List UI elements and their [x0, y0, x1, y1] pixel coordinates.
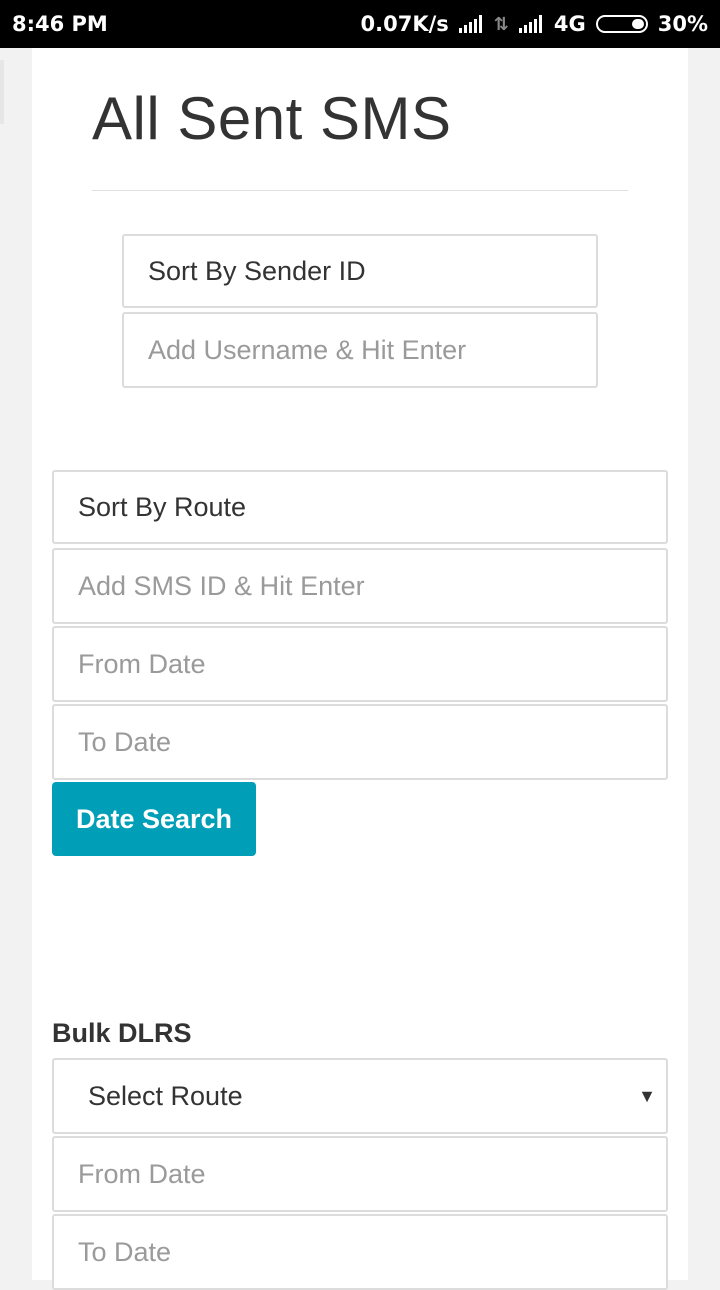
bulk-route-select-label: Select Route — [88, 1080, 243, 1111]
to-date-input[interactable]: To Date — [52, 704, 668, 780]
username-input[interactable]: Add Username & Hit Enter — [122, 312, 598, 388]
chevron-down-icon: ▼ — [638, 1086, 656, 1106]
date-search-button[interactable]: Date Search — [52, 782, 256, 856]
page-title: All Sent SMS — [92, 85, 452, 152]
content-card: All Sent SMS Sort By Sender ID Add Usern… — [32, 48, 688, 1290]
signal-icon — [458, 15, 484, 33]
sms-id-input[interactable]: Add SMS ID & Hit Enter — [52, 548, 668, 624]
network-speed: 0.07K/s — [360, 12, 449, 36]
bulk-route-select[interactable]: Select Route ▼ — [52, 1058, 668, 1134]
network-type: 4G — [553, 12, 586, 36]
status-bar: 8:46 PM 0.07K/s ⇅ 4G 30% — [0, 0, 720, 48]
status-indicators: 0.07K/s ⇅ 4G 30% — [351, 12, 708, 36]
battery-percent: 30% — [657, 12, 708, 36]
from-date-input[interactable]: From Date — [52, 626, 668, 702]
battery-icon — [595, 15, 648, 33]
signal-icon-2 — [518, 15, 544, 33]
sender-id-sort-select[interactable]: Sort By Sender ID — [122, 234, 598, 308]
bulk-to-date-input[interactable]: To Date — [52, 1214, 668, 1290]
status-time: 8:46 PM — [12, 12, 108, 36]
side-edge — [0, 60, 4, 124]
route-sort-select[interactable]: Sort By Route — [52, 470, 668, 544]
data-arrows-icon: ⇅ — [493, 13, 509, 35]
bulk-dlrs-heading: Bulk DLRS — [52, 1018, 192, 1048]
bulk-from-date-input[interactable]: From Date — [52, 1136, 668, 1212]
title-divider — [92, 190, 628, 191]
